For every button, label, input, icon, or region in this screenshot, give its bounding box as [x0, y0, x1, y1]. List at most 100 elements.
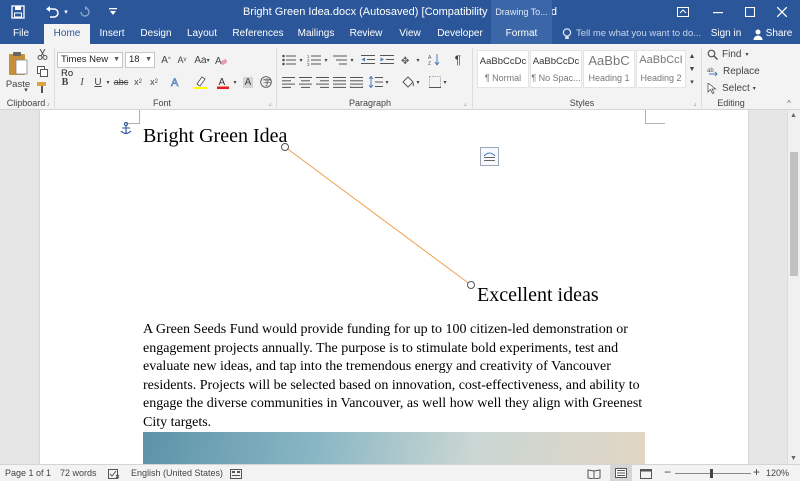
- body-paragraph[interactable]: A Green Seeds Fund would provide funding…: [143, 321, 648, 433]
- sign-in-link[interactable]: Sign in: [706, 24, 746, 44]
- share-button[interactable]: Share: [764, 24, 794, 44]
- styles-scroll-down-icon[interactable]: ▼: [687, 63, 697, 75]
- font-size-combo[interactable]: 18 ▼: [125, 52, 155, 68]
- text-effects-icon[interactable]: A: [169, 74, 183, 90]
- style-normal[interactable]: AaBbCcDc ¶ Normal: [477, 50, 529, 88]
- tab-home[interactable]: Home: [44, 24, 90, 44]
- text-highlight-icon[interactable]: [193, 74, 207, 90]
- tab-insert[interactable]: Insert: [92, 24, 132, 44]
- line-spacing-icon[interactable]: [368, 74, 384, 90]
- styles-more-icon[interactable]: ▾: [687, 76, 697, 88]
- tab-file[interactable]: File: [4, 24, 38, 44]
- copy-icon[interactable]: [36, 65, 48, 77]
- zoom-level[interactable]: 120%: [766, 465, 789, 481]
- close-icon[interactable]: [770, 0, 794, 24]
- bullets-icon[interactable]: [281, 52, 297, 68]
- paste-dropdown-icon[interactable]: ▾: [20, 86, 32, 94]
- multilevel-list-icon[interactable]: [332, 52, 348, 68]
- styles-scroll-up-icon[interactable]: ▲: [687, 50, 697, 62]
- connector-line[interactable]: [40, 110, 748, 310]
- web-layout-icon[interactable]: [640, 468, 652, 479]
- paragraph-launcher-icon[interactable]: ⌟: [461, 98, 469, 108]
- align-center-icon[interactable]: [298, 74, 312, 90]
- distributed-icon[interactable]: [349, 74, 363, 90]
- page-count[interactable]: Page 1 of 1: [5, 465, 51, 481]
- enclose-characters-icon[interactable]: 字: [259, 74, 273, 90]
- replace-button[interactable]: ab Replace: [707, 64, 787, 78]
- proofing-icon[interactable]: [108, 468, 120, 479]
- font-name-combo[interactable]: Times New Ro ▼: [57, 52, 123, 79]
- vertical-scrollbar[interactable]: ▲ ▼: [787, 110, 800, 464]
- superscript-button[interactable]: x2: [147, 74, 161, 90]
- strikethrough-button[interactable]: abc: [114, 74, 129, 90]
- zoom-in-button[interactable]: +: [753, 465, 760, 481]
- vertical-scroll-thumb[interactable]: [790, 152, 798, 276]
- scroll-down-arrow-icon[interactable]: ▼: [790, 455, 797, 462]
- tab-references[interactable]: References: [228, 24, 288, 44]
- font-color-dropdown-icon[interactable]: ▾: [231, 74, 239, 90]
- multilevel-dropdown-icon[interactable]: ▾: [348, 52, 356, 68]
- inline-photo[interactable]: [143, 432, 645, 464]
- tab-review[interactable]: Review: [344, 24, 388, 44]
- connector-end-handle[interactable]: [467, 281, 475, 289]
- tab-view[interactable]: View: [392, 24, 428, 44]
- grow-font-icon[interactable]: A ^: [159, 52, 173, 68]
- macro-recording-icon[interactable]: [230, 468, 242, 479]
- layout-options-button[interactable]: [480, 147, 499, 166]
- shrink-font-icon[interactable]: Av: [175, 52, 189, 68]
- underline-dropdown-icon[interactable]: ▾: [104, 74, 112, 90]
- justify-icon[interactable]: [332, 74, 346, 90]
- character-shading-icon[interactable]: A: [241, 74, 255, 90]
- shading-dropdown-icon[interactable]: ▾: [414, 74, 422, 90]
- select-button[interactable]: Select ▾: [707, 81, 767, 95]
- zoom-slider-thumb[interactable]: [710, 469, 713, 478]
- style-heading-1[interactable]: AaBbC Heading 1: [583, 50, 635, 88]
- tab-developer[interactable]: Developer: [432, 24, 488, 44]
- maximize-icon[interactable]: [738, 0, 762, 24]
- subscript-button[interactable]: x2: [131, 74, 145, 90]
- borders-dropdown-icon[interactable]: ▾: [441, 74, 449, 90]
- print-layout-icon[interactable]: [610, 465, 632, 481]
- clipboard-launcher-icon[interactable]: ⌟: [44, 98, 52, 108]
- show-formatting-marks-icon[interactable]: ¶: [451, 52, 465, 68]
- italic-button[interactable]: I: [76, 74, 88, 90]
- find-button[interactable]: Find ▾: [707, 47, 767, 61]
- font-color-icon[interactable]: A: [216, 74, 230, 90]
- align-left-icon[interactable]: [281, 74, 295, 90]
- chinese-layout-dropdown-icon[interactable]: ▾: [414, 52, 422, 68]
- align-right-icon[interactable]: [315, 74, 329, 90]
- collapse-ribbon-icon[interactable]: ^: [783, 98, 795, 108]
- zoom-slider-track[interactable]: [675, 473, 751, 474]
- numbering-dropdown-icon[interactable]: ▾: [322, 52, 330, 68]
- underline-button[interactable]: U: [92, 74, 104, 90]
- tab-mailings[interactable]: Mailings: [292, 24, 340, 44]
- language-indicator[interactable]: English (United States): [131, 465, 223, 481]
- style-no-spacing[interactable]: AaBbCcDc ¶ No Spac...: [530, 50, 582, 88]
- word-count[interactable]: 72 words: [60, 465, 97, 481]
- decrease-indent-icon[interactable]: [360, 52, 376, 68]
- bullets-dropdown-icon[interactable]: ▾: [297, 52, 305, 68]
- increase-indent-icon[interactable]: [379, 52, 395, 68]
- ribbon-display-options-icon[interactable]: [674, 0, 692, 24]
- bold-button[interactable]: B: [59, 74, 71, 90]
- tab-layout[interactable]: Layout: [180, 24, 224, 44]
- zoom-out-button[interactable]: −: [664, 465, 671, 481]
- heading-excellent-ideas[interactable]: Excellent ideas: [477, 284, 599, 307]
- connector-start-handle[interactable]: [281, 143, 289, 151]
- line-spacing-dropdown-icon[interactable]: ▾: [383, 74, 391, 90]
- numbering-icon[interactable]: 123: [306, 52, 322, 68]
- sort-icon[interactable]: AZ: [427, 52, 443, 68]
- cut-icon[interactable]: [36, 48, 48, 60]
- tab-format[interactable]: Format: [491, 24, 552, 44]
- style-heading-2[interactable]: AaBbCcI Heading 2: [636, 50, 686, 88]
- font-launcher-icon[interactable]: ⌟: [266, 98, 274, 108]
- styles-launcher-icon[interactable]: ⌟: [691, 98, 699, 108]
- scroll-up-arrow-icon[interactable]: ▲: [790, 112, 797, 119]
- clear-formatting-icon[interactable]: A: [214, 52, 228, 68]
- change-case-icon[interactable]: Aa ▾: [194, 52, 210, 68]
- read-mode-icon[interactable]: [587, 468, 601, 480]
- format-painter-icon[interactable]: [36, 81, 48, 93]
- tab-design[interactable]: Design: [135, 24, 177, 44]
- minimize-icon[interactable]: [706, 0, 730, 24]
- tell-me-search[interactable]: Tell me what you want to do...: [576, 24, 701, 44]
